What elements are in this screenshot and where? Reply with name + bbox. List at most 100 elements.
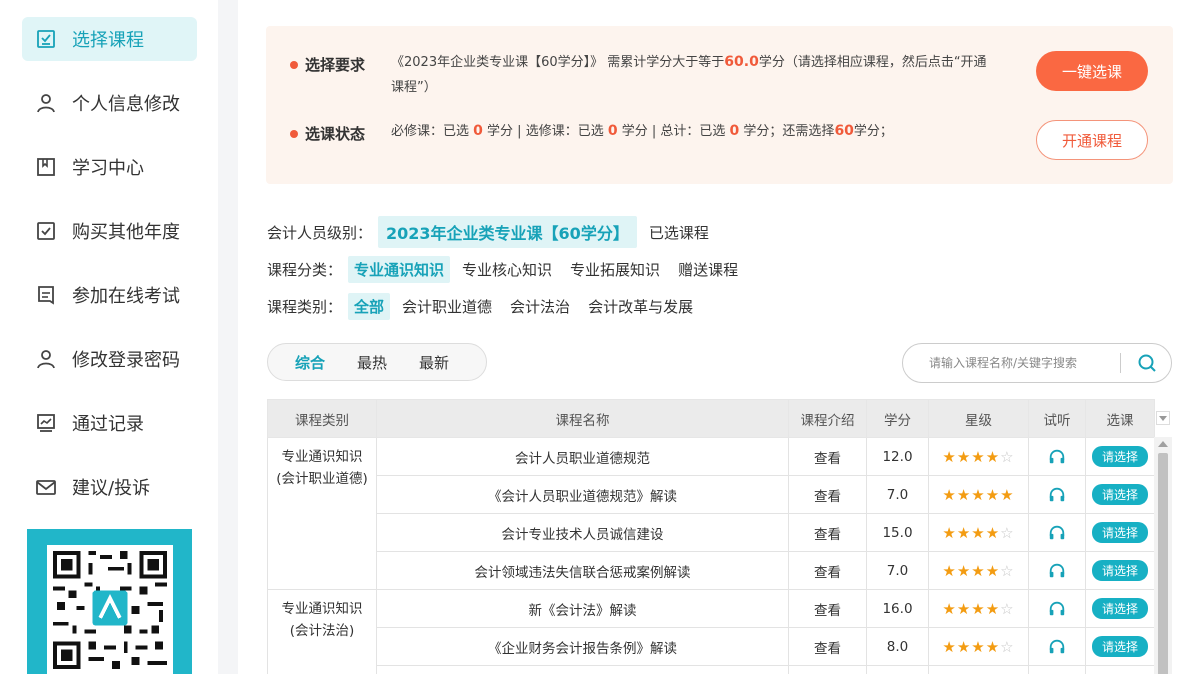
type-chip[interactable]: 会计法治: [504, 293, 576, 320]
sidebar-item-buy-other-year[interactable]: 购买其他年度: [22, 209, 197, 253]
course-intro-link[interactable]: 查看: [788, 475, 867, 514]
course-intro-link[interactable]: [788, 665, 867, 674]
sidebar-item-change-password[interactable]: 修改登录密码: [22, 337, 197, 381]
one-click-select-button[interactable]: 一键选课: [1036, 51, 1148, 91]
chart-icon: [36, 413, 56, 433]
headphones-icon[interactable]: [1048, 448, 1066, 466]
headphones-icon[interactable]: [1048, 486, 1066, 504]
star-icon: ★: [942, 599, 957, 618]
rating-stars: [928, 665, 1029, 674]
rating-stars: ★★★★☆: [928, 551, 1029, 590]
status-text-part: 必修课：已选: [391, 124, 470, 139]
table-row: 专业通识知识 (会计职业道德) 会计人员职业道德规范 查看 12.0 ★★★★☆ 请选择: [267, 437, 1155, 590]
sort-tab-comprehensive[interactable]: 综合: [295, 352, 325, 373]
sidebar-item-select-course[interactable]: 选择课程: [22, 17, 197, 61]
type-filter-row: 课程类别： 全部 会计职业道德 会计法治 会计改革与发展: [267, 293, 705, 320]
star-icon: ★: [971, 599, 986, 618]
type-chip[interactable]: 会计改革与发展: [582, 293, 699, 320]
course-intro-link[interactable]: 查看: [788, 589, 867, 628]
star-icon: ★: [956, 637, 972, 656]
table-row: 会计专业技术人员诚信建设 查看 15.0 ★★★★☆ 请选择: [268, 513, 1155, 552]
level-label: 会计人员级别：: [267, 223, 373, 242]
search-input[interactable]: [929, 356, 1114, 370]
headphones-icon[interactable]: [1048, 638, 1066, 656]
open-course-button[interactable]: 开通课程: [1036, 120, 1148, 160]
sort-tab-hottest[interactable]: 最热: [357, 352, 387, 373]
sidebar-item-pass-records[interactable]: 通过记录: [22, 401, 197, 445]
table-row: 《企业财务会计报告条例》解读 查看 8.0 ★★★★☆ 请选择: [268, 627, 1155, 666]
sidebar-item-study-center[interactable]: 学习中心: [22, 145, 197, 189]
scroll-up-icon[interactable]: [1158, 441, 1168, 447]
listen-cell: [1028, 589, 1086, 628]
sidebar-item-online-exam[interactable]: 参加在线考试: [22, 273, 197, 317]
column-dropdown-icon[interactable]: [1156, 411, 1170, 425]
select-course-button[interactable]: 请选择: [1091, 446, 1148, 467]
headphones-icon[interactable]: [1048, 562, 1066, 580]
scroll-thumb[interactable]: [1158, 453, 1168, 674]
status-text: 必修课：已选 0 学分 | 选修课：已选 0 学分 | 总计：已选 0 学分；还…: [391, 119, 991, 144]
sort-tab-newest[interactable]: 最新: [419, 352, 449, 373]
status-value: 0: [473, 123, 483, 139]
table-header: 试听: [1028, 399, 1086, 438]
type-chip[interactable]: 全部: [348, 293, 391, 320]
status-value: 0: [729, 123, 740, 139]
table-header: 星级: [928, 399, 1029, 438]
headphones-icon[interactable]: [1048, 600, 1066, 618]
star-icon: ★: [985, 637, 1001, 656]
status-text-part: 学分 | 选修课：已选: [487, 124, 604, 139]
star-icon: ★: [971, 523, 986, 542]
rating-stars: ★★★★★: [928, 475, 1029, 514]
pick-cell: 请选择: [1085, 551, 1155, 590]
listen-cell: [1028, 665, 1086, 674]
sidebar-item-label: 个人信息修改: [72, 94, 180, 115]
sidebar-item-label: 参加在线考试: [72, 286, 180, 307]
course-intro-link[interactable]: 查看: [788, 627, 867, 666]
star-icon: ★: [985, 447, 1001, 466]
table-scrollbar[interactable]: [1154, 437, 1172, 674]
search-icon[interactable]: [1137, 353, 1157, 373]
course-name: 《企业财务会计报告条例》解读: [376, 627, 789, 666]
checklist-icon: [36, 29, 56, 49]
sidebar-item-label: 购买其他年度: [72, 222, 180, 243]
pick-cell: 请选择: [1085, 513, 1155, 552]
table-header: 学分: [866, 399, 929, 438]
requirement-row: 选择要求 《2023年企业类专业课【60学分】》 需累计学分大于等于60.0学分…: [290, 54, 991, 100]
category-label: 课程分类：: [267, 261, 343, 279]
select-course-button[interactable]: 请选择: [1091, 560, 1148, 581]
star-icon: ★: [942, 561, 957, 580]
sidebar-item-feedback[interactable]: 建议/投诉: [22, 465, 197, 509]
selected-courses-link[interactable]: 已选课程: [643, 219, 715, 246]
headphones-icon[interactable]: [1048, 524, 1066, 542]
course-credit: 7.0: [866, 551, 929, 590]
select-course-button[interactable]: 请选择: [1091, 522, 1148, 543]
category-filter-row: 课程分类： 专业通识知识 专业核心知识 专业拓展知识 赠送课程: [267, 256, 750, 283]
star-icon: ★: [985, 485, 1001, 504]
pick-cell: 请选择: [1085, 589, 1155, 628]
category-chip[interactable]: 专业通识知识: [348, 256, 451, 283]
sidebar-item-label: 建议/投诉: [72, 478, 151, 499]
rating-stars: ★★★★☆: [928, 627, 1029, 666]
status-text-part: 学分；: [853, 124, 893, 139]
user-lock-icon: [36, 349, 56, 369]
requirement-text-part: 《2023年企业类专业课【60学分】》 需累计学分大于等于: [391, 55, 725, 70]
category-chip[interactable]: 赠送课程: [672, 256, 744, 283]
course-credit: 15.0: [866, 513, 929, 552]
select-course-button[interactable]: 请选择: [1091, 598, 1148, 619]
level-chip[interactable]: 2023年企业类专业课【60学分】: [378, 216, 637, 248]
select-course-button[interactable]: 请选择: [1091, 484, 1148, 505]
rating-stars: ★★★★☆: [928, 589, 1029, 628]
sidebar-item-profile[interactable]: 个人信息修改: [22, 81, 197, 125]
course-intro-link[interactable]: 查看: [788, 437, 867, 476]
type-chip[interactable]: 会计职业道德: [396, 293, 498, 320]
select-course-button[interactable]: 请选择: [1091, 636, 1148, 657]
category-chip[interactable]: 专业核心知识: [456, 256, 558, 283]
category-chip[interactable]: 专业拓展知识: [564, 256, 666, 283]
course-intro-link[interactable]: 查看: [788, 513, 867, 552]
course-intro-link[interactable]: 查看: [788, 551, 867, 590]
sidebar-item-label: 修改登录密码: [72, 350, 180, 371]
star-icon: ★: [956, 599, 972, 618]
requirement-text: 《2023年企业类专业课【60学分】》 需累计学分大于等于60.0学分（请选择相…: [391, 50, 991, 100]
category-line: 专业通识知识: [281, 449, 363, 465]
mail-icon: [36, 477, 56, 497]
star-icon: ★: [942, 447, 957, 466]
